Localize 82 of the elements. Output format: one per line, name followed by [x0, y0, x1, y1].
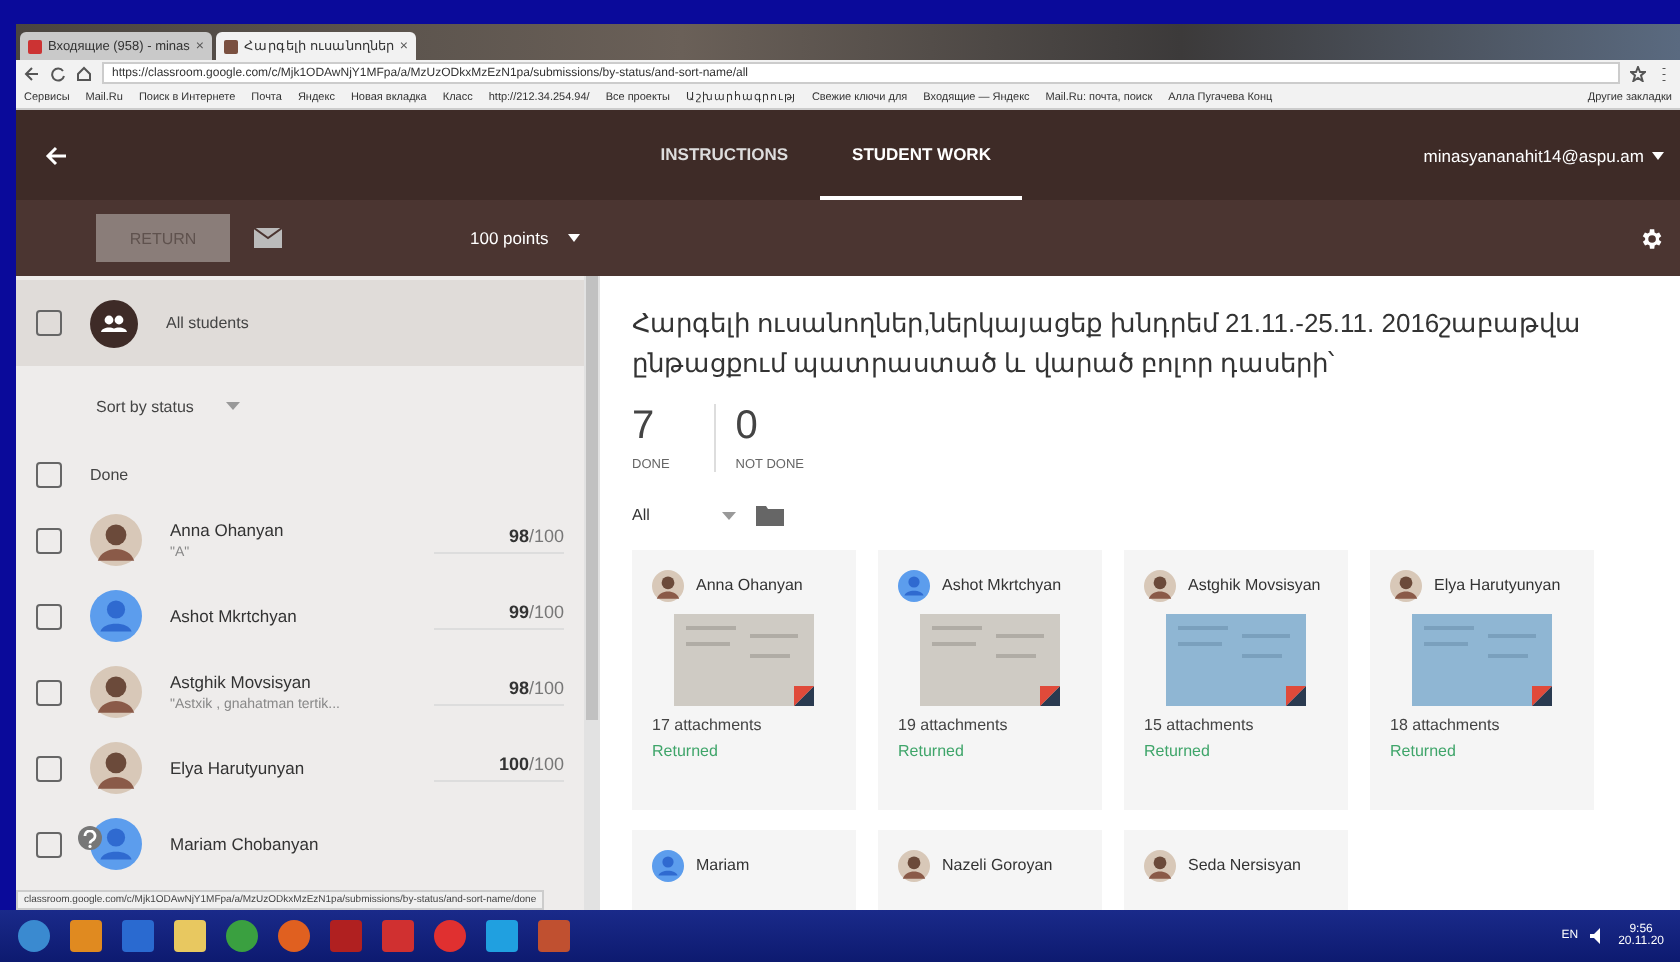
header-tab[interactable]: INSTRUCTIONS: [628, 110, 821, 200]
sort-dropdown[interactable]: Sort by status: [96, 397, 194, 415]
student-name: Anna Ohanyan: [696, 574, 803, 598]
filter-dropdown[interactable]: All: [632, 506, 650, 524]
status-label: Returned: [1390, 742, 1458, 760]
tab-favicon-icon: [28, 39, 42, 53]
settings-icon[interactable]: [1638, 225, 1664, 251]
caret-icon[interactable]: [568, 234, 581, 242]
submission-card[interactable]: Astghik Movsisyan 15 attachments Returned: [1124, 550, 1348, 810]
reload-icon[interactable]: [50, 65, 66, 81]
submission-card[interactable]: Seda Nersisyan: [1124, 830, 1348, 910]
status-label: Returned: [1144, 742, 1212, 760]
avatar-icon: [90, 590, 142, 642]
submission-card[interactable]: Anna Ohanyan 17 attachments Returned: [632, 550, 856, 810]
checkbox[interactable]: [36, 310, 62, 336]
app-icon[interactable]: [276, 918, 312, 954]
status-label: Returned: [898, 742, 966, 760]
grade-field[interactable]: 99/100: [434, 602, 564, 630]
start-icon[interactable]: [16, 918, 52, 954]
app-icon[interactable]: [120, 918, 156, 954]
attachments-count: 17 attachments: [652, 716, 764, 734]
avatar-icon: [898, 570, 930, 602]
assignment-title: Հարգելի ուսանողներ,ներկայացեք խնդրեմ 21.11.-25.11. 2016շաբաթվա ընթացքում պատրաստած և վարած բոլոր դասերի՝: [632, 306, 1584, 382]
app-icon[interactable]: [432, 918, 468, 954]
student-name: Elya Harutyunyan: [1434, 574, 1561, 598]
caret-icon[interactable]: [1652, 151, 1664, 159]
group-label: Done: [90, 465, 129, 483]
attachments-count: 19 attachments: [898, 716, 1010, 734]
student-name: Seda Nersisyan: [1188, 854, 1301, 878]
avatar-icon: [90, 514, 142, 566]
back-arrow-icon[interactable]: [44, 143, 68, 167]
student-name[interactable]: Mariam Chobanyan: [170, 834, 564, 854]
count-value: 7: [632, 404, 657, 450]
student-name: Nazeli Goroyan: [942, 854, 1053, 878]
attachments-count: 15 attachments: [1144, 716, 1256, 734]
tab-favicon-icon: [224, 39, 239, 53]
avatar-icon: [1390, 570, 1422, 602]
student-name[interactable]: Ashot Mkrtchyan: [170, 606, 406, 626]
grade-field[interactable]: 100/100: [434, 754, 564, 782]
app-icon[interactable]: [536, 918, 572, 954]
points-dropdown[interactable]: 100 points: [470, 228, 549, 248]
avatar-icon: [90, 666, 142, 718]
home-icon[interactable]: [76, 65, 92, 81]
submission-card[interactable]: Ashot Mkrtchyan 19 attachments Returned: [878, 550, 1102, 810]
account-email[interactable]: minasyananahit14@aspu.am: [1423, 145, 1644, 165]
attachments-count: 18 attachments: [1390, 716, 1502, 734]
submission-card[interactable]: Nazeli Goroyan: [878, 830, 1102, 910]
student-name[interactable]: Anna Ohanyan: [170, 520, 406, 540]
grade-field[interactable]: 98/100: [434, 678, 564, 706]
star-icon[interactable]: [1630, 65, 1646, 81]
checkbox[interactable]: [36, 831, 62, 857]
checkbox[interactable]: [36, 755, 62, 781]
all-students-label[interactable]: All students: [166, 314, 249, 332]
group-icon: [90, 299, 138, 347]
student-name: Ashot Mkrtchyan: [942, 574, 1062, 598]
submission-card[interactable]: Elya Harutyunyan 18 attachments Returned: [1370, 550, 1594, 810]
checkbox[interactable]: [36, 679, 62, 705]
app-icon[interactable]: [68, 918, 104, 954]
app-icon[interactable]: [484, 918, 520, 954]
student-name[interactable]: Astghik Movsisyan: [170, 672, 406, 692]
avatar-icon: [652, 570, 684, 602]
app-icon[interactable]: [224, 918, 260, 954]
avatar-icon: [898, 850, 930, 882]
student-name: Mariam: [696, 854, 750, 878]
back-icon[interactable]: [24, 65, 40, 81]
student-name: Astghik Movsisyan: [1188, 574, 1321, 598]
avatar-icon: [90, 742, 142, 794]
count-value: 0: [735, 404, 760, 450]
checkbox[interactable]: [36, 603, 62, 629]
avatar-icon: [1144, 850, 1176, 882]
avatar-icon: [90, 818, 142, 870]
grade-field[interactable]: 98/100: [434, 526, 564, 554]
status-label: Returned: [652, 742, 720, 760]
mail-icon[interactable]: [254, 228, 282, 248]
avatar-icon: [652, 850, 684, 882]
checkbox[interactable]: [36, 461, 62, 487]
student-name[interactable]: Elya Harutyunyan: [170, 758, 406, 778]
scrollbar-thumb[interactable]: [586, 276, 598, 720]
checkbox[interactable]: [36, 527, 62, 553]
avatar-icon: [1144, 570, 1176, 602]
app-icon[interactable]: [380, 918, 416, 954]
submission-card[interactable]: Mariam: [632, 830, 856, 910]
